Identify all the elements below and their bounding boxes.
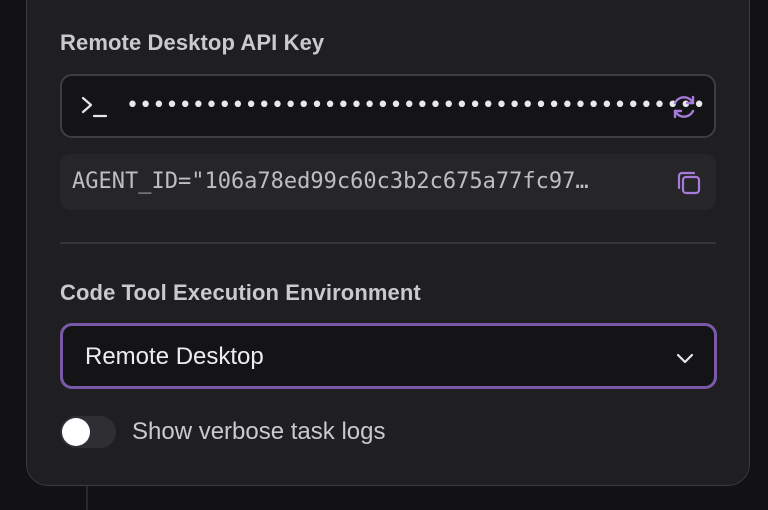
terminal-prompt-icon — [80, 94, 108, 120]
execution-environment-select[interactable]: Remote Desktop — [60, 323, 717, 389]
execution-environment-label: Code Tool Execution Environment — [60, 280, 421, 305]
toggle-knob — [62, 418, 90, 446]
api-key-field[interactable]: ••••••••••••••••••••••••••••••••••••••••… — [60, 74, 716, 138]
verbose-logs-label: Show verbose task logs — [132, 418, 386, 445]
agent-id-env-line: AGENT_ID="106a78ed99c60c3b2c675a77fc97… — [60, 154, 716, 210]
api-key-masked-value[interactable]: ••••••••••••••••••••••••••••••••••••••••… — [126, 92, 706, 120]
agent-id-text: AGENT_ID="106a78ed99c60c3b2c675a77fc97… — [72, 169, 589, 194]
section-divider — [60, 242, 716, 244]
chevron-down-icon — [674, 347, 696, 369]
copy-icon[interactable] — [674, 168, 704, 198]
api-key-label: Remote Desktop API Key — [60, 30, 325, 55]
refresh-icon[interactable] — [668, 91, 700, 123]
verbose-logs-toggle[interactable] — [60, 416, 116, 448]
execution-environment-value: Remote Desktop — [85, 343, 264, 370]
